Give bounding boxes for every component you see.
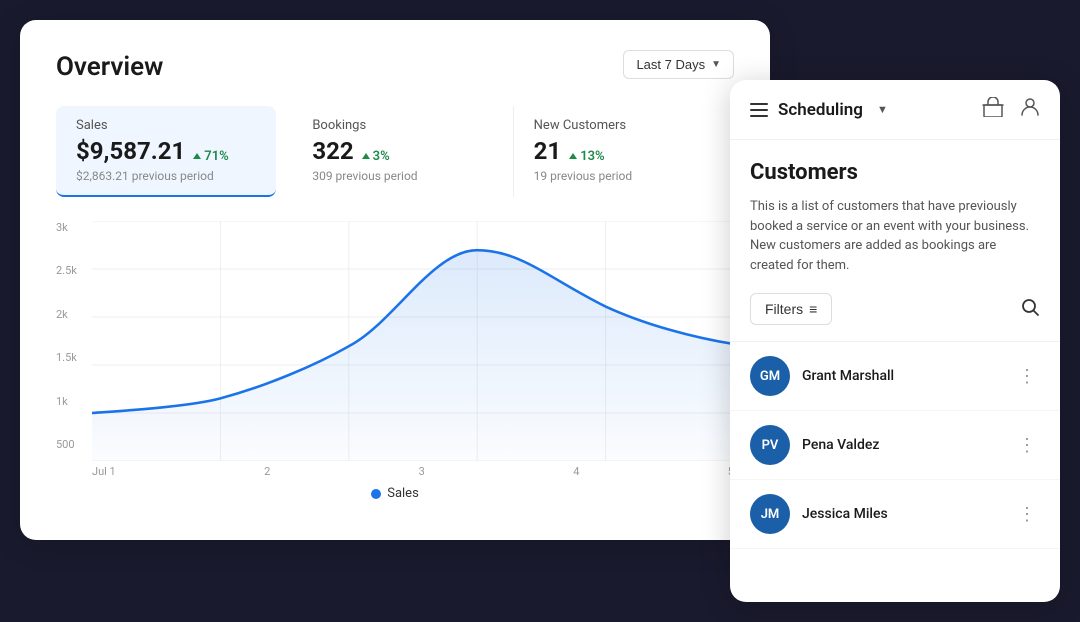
stat-bookings-prev: 309 previous period xyxy=(312,169,492,183)
stat-new-customers-value: 21 xyxy=(534,137,562,165)
avatar-gm: GM xyxy=(750,356,790,396)
stat-bookings-value: 322 xyxy=(312,137,353,165)
arrow-up-icon-3 xyxy=(569,153,577,159)
more-options-icon-gm[interactable]: ⋮ xyxy=(1014,366,1040,387)
panel-header-left: Scheduling ▼ xyxy=(750,100,888,120)
stat-sales-prev: $2,863.21 previous period xyxy=(76,169,256,183)
y-label-500: 500 xyxy=(56,438,92,451)
arrow-up-icon-2 xyxy=(362,153,370,159)
y-label-3k: 3k xyxy=(56,221,92,234)
chart-container: 3k 2.5k 2k 1.5k 1k 500 xyxy=(56,221,734,481)
store-icon[interactable] xyxy=(982,97,1004,122)
customer-item[interactable]: GM Grant Marshall ⋮ xyxy=(730,342,1060,411)
sales-chart xyxy=(92,221,734,461)
more-options-icon-jm[interactable]: ⋮ xyxy=(1014,504,1040,525)
x-label-2: 2 xyxy=(264,465,270,478)
x-axis: Jul 1 2 3 4 5 xyxy=(56,461,734,478)
filters-button[interactable]: Filters ≡ xyxy=(750,293,832,325)
filter-icon: ≡ xyxy=(809,301,817,317)
stat-bookings: Bookings 322 3% 309 previous period xyxy=(292,106,513,197)
stat-new-customers-prev: 19 previous period xyxy=(534,169,714,183)
y-label-2_5k: 2.5k xyxy=(56,264,92,277)
stat-sales: Sales $9,587.21 71% $2,863.21 previous p… xyxy=(56,106,276,197)
customer-name-gm: Grant Marshall xyxy=(802,368,1014,384)
panel-header: Scheduling ▼ xyxy=(730,80,1060,140)
stat-sales-label: Sales xyxy=(76,118,256,133)
avatar-pv: PV xyxy=(750,425,790,465)
filters-row: Filters ≡ xyxy=(750,293,1040,325)
chevron-down-icon: ▼ xyxy=(711,59,721,70)
stat-new-customers-label: New Customers xyxy=(534,118,714,133)
panel-header-right xyxy=(982,96,1040,123)
last-days-label: Last 7 Days xyxy=(636,57,705,72)
customers-description: This is a list of customers that have pr… xyxy=(750,197,1040,275)
chart-legend: Sales xyxy=(56,486,734,501)
scheduling-panel: Scheduling ▼ xyxy=(730,80,1060,602)
stat-bookings-badge: 3% xyxy=(362,149,390,164)
overview-card: Overview Last 7 Days ▼ Sales $9,587.21 7… xyxy=(20,20,770,540)
person-icon[interactable] xyxy=(1020,96,1040,123)
more-options-icon-pv[interactable]: ⋮ xyxy=(1014,435,1040,456)
y-label-2k: 2k xyxy=(56,308,92,321)
y-label-1_5k: 1.5k xyxy=(56,351,92,364)
customer-list: GM Grant Marshall ⋮ PV Pena Valdez ⋮ JM … xyxy=(730,341,1060,549)
x-label-4: 4 xyxy=(573,465,579,478)
legend-label: Sales xyxy=(387,486,419,501)
customer-item-jm[interactable]: JM Jessica Miles ⋮ xyxy=(730,480,1060,549)
customer-name-pv: Pena Valdez xyxy=(802,437,1014,453)
customers-section: Customers This is a list of customers th… xyxy=(730,140,1060,325)
stat-sales-badge: 71% xyxy=(193,149,228,164)
filters-label: Filters xyxy=(765,301,803,317)
customer-item-pv[interactable]: PV Pena Valdez ⋮ xyxy=(730,411,1060,480)
x-label-jul1: Jul 1 xyxy=(92,465,116,478)
legend-dot xyxy=(371,489,381,499)
customers-title: Customers xyxy=(750,160,1040,185)
stat-new-customers: New Customers 21 13% 19 previous period xyxy=(514,106,734,197)
stat-new-customers-badge: 13% xyxy=(569,149,604,164)
stat-sales-value: $9,587.21 xyxy=(76,137,185,165)
last-days-button[interactable]: Last 7 Days ▼ xyxy=(623,50,734,79)
arrow-up-icon xyxy=(193,153,201,159)
stats-row: Sales $9,587.21 71% $2,863.21 previous p… xyxy=(56,106,734,197)
scheduling-chevron-icon: ▼ xyxy=(877,103,888,116)
y-label-1k: 1k xyxy=(56,395,92,408)
x-label-3: 3 xyxy=(419,465,425,478)
customer-name-jm: Jessica Miles xyxy=(802,506,1014,522)
panel-title: Scheduling xyxy=(778,100,863,120)
avatar-jm: JM xyxy=(750,494,790,534)
search-icon[interactable] xyxy=(1020,297,1040,322)
hamburger-icon[interactable] xyxy=(750,103,768,117)
stat-bookings-label: Bookings xyxy=(312,118,492,133)
